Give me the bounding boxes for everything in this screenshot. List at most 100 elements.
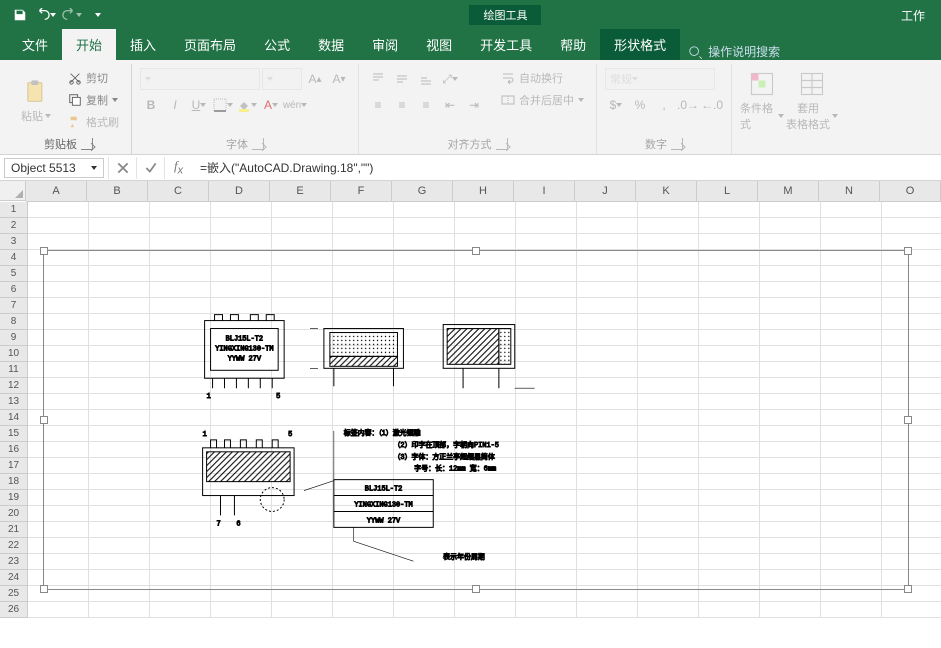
orientation-button[interactable]: ⤢ — [439, 68, 461, 90]
decrease-indent-button[interactable]: ⇤ — [439, 94, 461, 116]
font-color-button[interactable]: A — [260, 94, 282, 116]
redo-button[interactable] — [60, 3, 84, 27]
worksheet-grid[interactable]: ABCDEFGHIJKLMNO 123456789101112131415161… — [0, 181, 941, 648]
border-button[interactable] — [212, 94, 234, 116]
col-header-C[interactable]: C — [148, 181, 209, 201]
col-header-J[interactable]: J — [575, 181, 636, 201]
increase-font-button[interactable]: A▴ — [304, 68, 326, 90]
fill-color-button[interactable] — [236, 94, 258, 116]
cells-area[interactable]: BLJ15L-T2 YINGXING130-TM YYWW 27V 1 5 — [28, 202, 941, 618]
row-header-25[interactable]: 25 — [0, 586, 28, 602]
align-center-button[interactable]: ≡ — [391, 94, 413, 116]
col-header-H[interactable]: H — [453, 181, 514, 201]
bold-button[interactable]: B — [140, 94, 162, 116]
italic-button[interactable]: I — [164, 94, 186, 116]
tab-shape-format[interactable]: 形状格式 — [600, 29, 680, 60]
number-format-combo[interactable]: 常规 — [605, 68, 715, 90]
tab-review[interactable]: 审阅 — [358, 29, 412, 60]
row-header-15[interactable]: 15 — [0, 426, 28, 442]
col-header-G[interactable]: G — [392, 181, 453, 201]
row-header-9[interactable]: 9 — [0, 330, 28, 346]
row-header-1[interactable]: 1 — [0, 202, 28, 218]
col-header-K[interactable]: K — [636, 181, 697, 201]
align-middle-button[interactable] — [391, 68, 413, 90]
tab-formulas[interactable]: 公式 — [250, 29, 304, 60]
row-header-6[interactable]: 6 — [0, 282, 28, 298]
row-header-21[interactable]: 21 — [0, 522, 28, 538]
font-size-combo[interactable] — [262, 68, 302, 90]
tab-developer[interactable]: 开发工具 — [466, 29, 546, 60]
number-launcher[interactable] — [671, 138, 683, 150]
formula-input[interactable]: =嵌入("AutoCAD.Drawing.18","") — [192, 156, 941, 179]
font-launcher[interactable] — [252, 138, 264, 150]
row-header-3[interactable]: 3 — [0, 234, 28, 250]
row-header-24[interactable]: 24 — [0, 570, 28, 586]
select-all-corner[interactable] — [0, 181, 26, 201]
tab-home[interactable]: 开始 — [62, 29, 116, 60]
decrease-font-button[interactable]: A▾ — [328, 68, 350, 90]
row-header-20[interactable]: 20 — [0, 506, 28, 522]
col-header-N[interactable]: N — [819, 181, 880, 201]
alignment-launcher[interactable] — [496, 138, 508, 150]
row-header-7[interactable]: 7 — [0, 298, 28, 314]
col-header-O[interactable]: O — [880, 181, 941, 201]
formula-enter-button[interactable] — [136, 157, 164, 179]
col-header-B[interactable]: B — [87, 181, 148, 201]
row-header-13[interactable]: 13 — [0, 394, 28, 410]
row-header-17[interactable]: 17 — [0, 458, 28, 474]
tab-insert[interactable]: 插入 — [116, 29, 170, 60]
format-painter-button[interactable]: 格式刷 — [64, 112, 123, 132]
formula-cancel-button[interactable] — [108, 157, 136, 179]
percent-button[interactable]: % — [629, 94, 651, 116]
row-header-19[interactable]: 19 — [0, 490, 28, 506]
col-header-A[interactable]: A — [26, 181, 87, 201]
row-header-2[interactable]: 2 — [0, 218, 28, 234]
tab-help[interactable]: 帮助 — [546, 29, 600, 60]
undo-button[interactable] — [34, 3, 58, 27]
row-header-22[interactable]: 22 — [0, 538, 28, 554]
row-header-11[interactable]: 11 — [0, 362, 28, 378]
row-header-14[interactable]: 14 — [0, 410, 28, 426]
copy-button[interactable]: 复制 — [64, 90, 123, 110]
col-header-E[interactable]: E — [270, 181, 331, 201]
align-left-button[interactable]: ≡ — [367, 94, 389, 116]
row-header-10[interactable]: 10 — [0, 346, 28, 362]
font-name-combo[interactable] — [140, 68, 260, 90]
row-header-4[interactable]: 4 — [0, 250, 28, 266]
row-header-16[interactable]: 16 — [0, 442, 28, 458]
col-header-I[interactable]: I — [514, 181, 575, 201]
merge-center-button[interactable]: 合并后居中 — [497, 90, 588, 110]
tab-file[interactable]: 文件 — [8, 29, 62, 60]
align-top-button[interactable] — [367, 68, 389, 90]
tell-me-search[interactable]: 操作说明搜索 — [688, 43, 780, 60]
save-button[interactable] — [8, 3, 32, 27]
increase-decimal-button[interactable]: .0→ — [677, 94, 699, 116]
clipboard-launcher[interactable] — [81, 138, 93, 150]
align-bottom-button[interactable] — [415, 68, 437, 90]
name-box[interactable]: Object 5513 — [4, 158, 104, 178]
row-header-8[interactable]: 8 — [0, 314, 28, 330]
tab-data[interactable]: 数据 — [304, 29, 358, 60]
row-header-18[interactable]: 18 — [0, 474, 28, 490]
phonetic-button[interactable]: wén — [284, 94, 306, 116]
col-header-D[interactable]: D — [209, 181, 270, 201]
row-header-26[interactable]: 26 — [0, 602, 28, 618]
increase-indent-button[interactable]: ⇥ — [463, 94, 485, 116]
tab-view[interactable]: 视图 — [412, 29, 466, 60]
column-headers[interactable]: ABCDEFGHIJKLMNO — [26, 181, 941, 202]
qat-customize[interactable] — [86, 3, 110, 27]
decrease-decimal-button[interactable]: ←.0 — [701, 94, 723, 116]
tab-page-layout[interactable]: 页面布局 — [170, 29, 250, 60]
row-header-23[interactable]: 23 — [0, 554, 28, 570]
embedded-autocad-object[interactable]: BLJ15L-T2 YINGXING130-TM YYWW 27V 1 5 — [43, 250, 909, 590]
cut-button[interactable]: 剪切 — [64, 68, 123, 88]
underline-button[interactable]: U — [188, 94, 210, 116]
col-header-L[interactable]: L — [697, 181, 758, 201]
format-as-table-button[interactable]: 套用 表格格式 — [790, 68, 834, 134]
insert-function-button[interactable]: fx — [164, 157, 192, 179]
conditional-format-button[interactable]: 条件格式 — [740, 68, 784, 134]
col-header-M[interactable]: M — [758, 181, 819, 201]
wrap-text-button[interactable]: 自动换行 — [497, 68, 588, 88]
comma-button[interactable]: , — [653, 94, 675, 116]
paste-button[interactable]: 粘贴 — [14, 68, 58, 134]
